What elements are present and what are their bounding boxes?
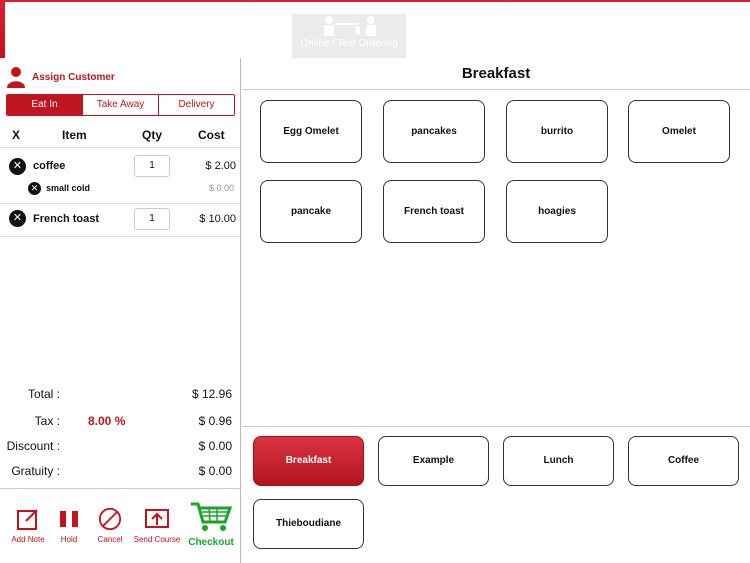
nav-home-label: Home: [21, 38, 49, 49]
order-table-header: X Item Qty Cost: [0, 122, 240, 148]
receipt-icon: [582, 16, 597, 36]
header-remove: X: [12, 128, 21, 142]
nav-home[interactable]: Home: [4, 14, 66, 58]
header-cost: Cost: [198, 128, 225, 142]
item-name: coffee: [33, 160, 66, 172]
category-breakfast[interactable]: Breakfast: [253, 436, 364, 486]
item-cost: $ 10.00: [199, 213, 236, 225]
cancel-button[interactable]: Cancel: [90, 507, 130, 544]
category-example[interactable]: Example: [378, 436, 489, 486]
nav-open-orders[interactable]: Open Orders: [554, 14, 624, 58]
note-icon: [17, 509, 38, 530]
menu-item-pancake[interactable]: pancake: [260, 180, 362, 243]
tax-line: Tax : 8.00 % $ 0.96: [0, 414, 240, 432]
category-lunch[interactable]: Lunch: [503, 436, 614, 486]
checkout-label: Checkout: [188, 537, 234, 548]
nav-online-ordering[interactable]: Online / Text Ordering: [292, 14, 406, 58]
total-label: Total :: [27, 387, 60, 401]
cart-icon: [191, 502, 233, 531]
add-note-button[interactable]: Add Note: [6, 507, 50, 544]
menu-item-french-toast[interactable]: French toast: [383, 180, 485, 243]
discount-label: Discount :: [6, 439, 60, 453]
tax-value: $ 0.96: [198, 414, 232, 428]
checkout-button[interactable]: Checkout: [184, 501, 238, 548]
remove-modifier-icon[interactable]: ✕: [28, 182, 41, 195]
action-bar: Add Note Hold Cancel Send Course Checkou…: [0, 488, 240, 563]
tax-label: Tax :: [34, 414, 60, 428]
battery-percent: 56%: [242, 2, 261, 12]
total-line: Total : $ 12.96: [0, 387, 240, 405]
pause-icon: [60, 511, 78, 527]
item-name: French toast: [33, 213, 100, 225]
cancel-label: Cancel: [97, 535, 123, 544]
header-qty: Qty: [142, 128, 163, 142]
nav-open-orders-label: Open Orders: [560, 38, 618, 49]
nav-closed-orders-label: Closed Orders: [667, 38, 733, 49]
send-course-icon: [145, 509, 169, 528]
nav-settings[interactable]: Settings: [88, 14, 152, 58]
discount-value: $ 0.00: [198, 439, 232, 453]
top-bar: iPad 10:45 PM 56% Home Settings Clock In…: [0, 0, 750, 507]
nav-clock[interactable]: Clock In / Out: [186, 14, 264, 58]
quantity-field[interactable]: 1: [134, 155, 170, 177]
order-type-selector: Eat In Take Away Delivery: [6, 94, 235, 116]
menu-panel: Breakfast Egg Omelet pancakes burrito Om…: [242, 58, 750, 563]
item-cost: $ 2.00: [205, 160, 236, 172]
modifier-cost: $ 0.00: [208, 183, 234, 193]
order-panel: Assign Customer Eat In Take Away Deliver…: [0, 58, 241, 563]
assign-customer-button[interactable]: Assign Customer: [6, 66, 115, 88]
menu-item-hoagies[interactable]: hoagies: [506, 180, 608, 243]
gratuity-label: Gratuity :: [11, 464, 60, 478]
gratuity-value: $ 0.00: [198, 464, 232, 478]
header-item: Item: [62, 128, 87, 142]
menu-title: Breakfast: [242, 58, 750, 90]
nav-catering-label: Catering / Preorder: [437, 38, 523, 49]
order-row: ✕ coffee 1 $ 2.00 ✕ small cold $ 0.00: [0, 154, 240, 202]
person-icon: [7, 67, 25, 88]
send-course-label: Send Course: [133, 535, 181, 544]
hold-button[interactable]: Hold: [52, 507, 86, 544]
battery-icon: [262, 4, 279, 11]
add-note-label: Add Note: [11, 535, 45, 544]
gear-icon: [110, 16, 130, 36]
gratuity-line[interactable]: Gratuity : $ 0.00: [0, 464, 240, 482]
remove-item-icon[interactable]: ✕: [9, 210, 26, 227]
discount-line[interactable]: Discount : $ 0.00: [0, 439, 240, 457]
row-divider: [0, 236, 240, 237]
online-ordering-icon: [324, 16, 376, 36]
row-divider: [0, 203, 240, 204]
remove-item-icon[interactable]: ✕: [9, 158, 26, 175]
quantity-field[interactable]: 1: [134, 208, 170, 230]
clock-icon: [215, 16, 235, 36]
category-coffee[interactable]: Coffee: [628, 436, 739, 486]
total-value: $ 12.96: [191, 387, 232, 401]
nav-catering[interactable]: Catering / Preorder: [430, 14, 530, 58]
nav-clock-label: Clock In / Out: [194, 38, 256, 49]
modifier-name: small cold: [46, 183, 91, 193]
nav-closed-orders[interactable]: Closed Orders: [662, 14, 738, 58]
menu-item-pancakes[interactable]: pancakes: [383, 100, 485, 163]
cancel-icon: [98, 507, 122, 531]
closed-orders-icon: [691, 17, 709, 35]
send-course-button[interactable]: Send Course: [132, 507, 182, 544]
category-thieboudiane[interactable]: Thieboudiane: [253, 499, 364, 549]
home-icon: [22, 17, 48, 35]
nav-settings-label: Settings: [101, 38, 139, 49]
order-type-take-away[interactable]: Take Away: [83, 95, 159, 115]
order-type-eat-in[interactable]: Eat In: [7, 95, 83, 115]
tax-rate[interactable]: 8.00 %: [88, 414, 125, 428]
status-bar: iPad 10:45 PM 56%: [0, 0, 750, 507]
menu-item-omelet[interactable]: Omelet: [628, 100, 730, 163]
main-nav: Home Settings Clock In / Out Online / Te…: [0, 14, 750, 58]
assign-customer-label: Assign Customer: [32, 71, 115, 83]
menu-item-burrito[interactable]: burrito: [506, 100, 608, 163]
nav-online-ordering-label: Online / Text Ordering: [300, 38, 398, 49]
category-area: Breakfast Example Lunch Coffee Thieboudi…: [242, 426, 750, 563]
order-type-delivery[interactable]: Delivery: [159, 95, 234, 115]
menu-item-egg-omelet[interactable]: Egg Omelet: [260, 100, 362, 163]
hold-label: Hold: [60, 535, 78, 544]
order-row: ✕ French toast 1 $ 10.00: [0, 208, 240, 236]
cloche-icon: [466, 18, 494, 34]
